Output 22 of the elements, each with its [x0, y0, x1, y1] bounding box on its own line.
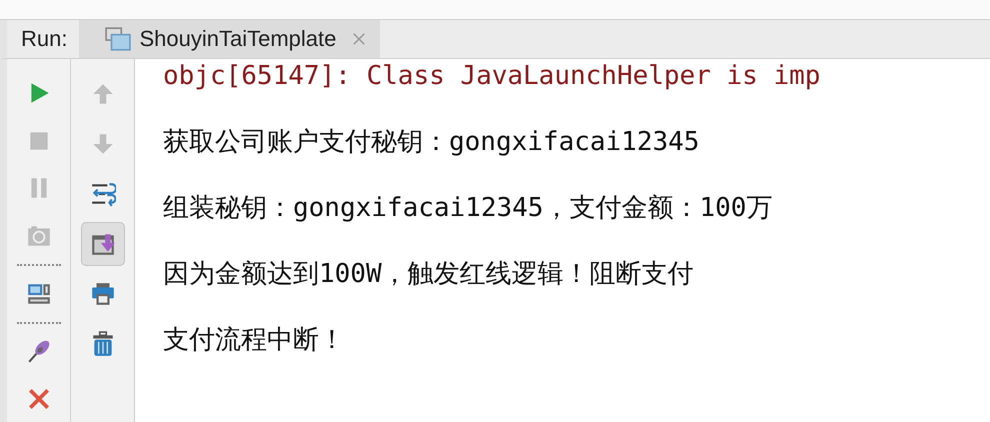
stop-icon: [30, 132, 48, 150]
pin-icon: [28, 341, 49, 363]
printer-icon: [92, 283, 114, 305]
run-tab[interactable]: ShouyinTaiTemplate: [79, 20, 380, 58]
scroll-to-end-icon: [92, 234, 114, 255]
run-icon: [30, 83, 48, 103]
camera-icon: [28, 226, 50, 246]
close-icon: [28, 389, 48, 410]
toolbar-button[interactable]: [80, 222, 124, 266]
window-icon: [105, 26, 132, 52]
trash-icon: [92, 331, 112, 356]
down-arrow-icon: [92, 134, 112, 154]
layout-icon: [28, 284, 50, 304]
console-line: objc[65147]: Class JavaLaunchHelper is imp: [163, 60, 822, 93]
console-line: 支付流程中断！: [163, 324, 346, 357]
console-line: 获取公司账户支付秘钥：gongxifacai12345: [163, 126, 700, 159]
run-label: Run:: [20, 25, 68, 53]
soft-wrap-icon: [92, 183, 116, 207]
up-arrow-icon: [92, 84, 112, 104]
pause-icon: [30, 178, 46, 198]
console-line: 因为金额达到100W，触发红线逻辑！阻断支付: [163, 258, 695, 291]
console-line: 组装秘钥：gongxifacai12345，支付金额：100万: [163, 192, 774, 225]
